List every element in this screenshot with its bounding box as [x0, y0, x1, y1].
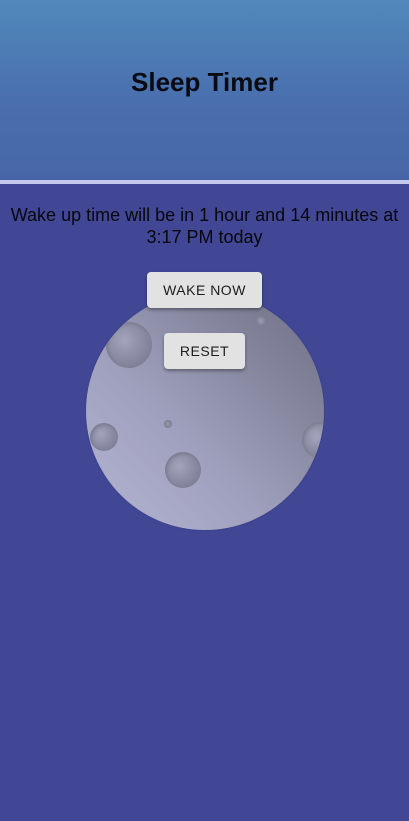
moon-crater: [164, 420, 172, 428]
reset-button[interactable]: RESET: [164, 333, 245, 369]
header-divider: [0, 180, 409, 184]
wake-now-button[interactable]: WAKE NOW: [147, 272, 262, 308]
moon-crater: [90, 423, 118, 451]
app-header: Sleep Timer: [0, 0, 409, 180]
moon-crater: [106, 322, 152, 368]
page-title: Sleep Timer: [131, 67, 278, 97]
moon-crater: [302, 422, 324, 458]
wake-time-message: Wake up time will be in 1 hour and 14 mi…: [10, 205, 399, 247]
moon-crater: [256, 316, 266, 326]
moon-illustration: [86, 292, 324, 530]
moon-crater: [165, 452, 201, 488]
